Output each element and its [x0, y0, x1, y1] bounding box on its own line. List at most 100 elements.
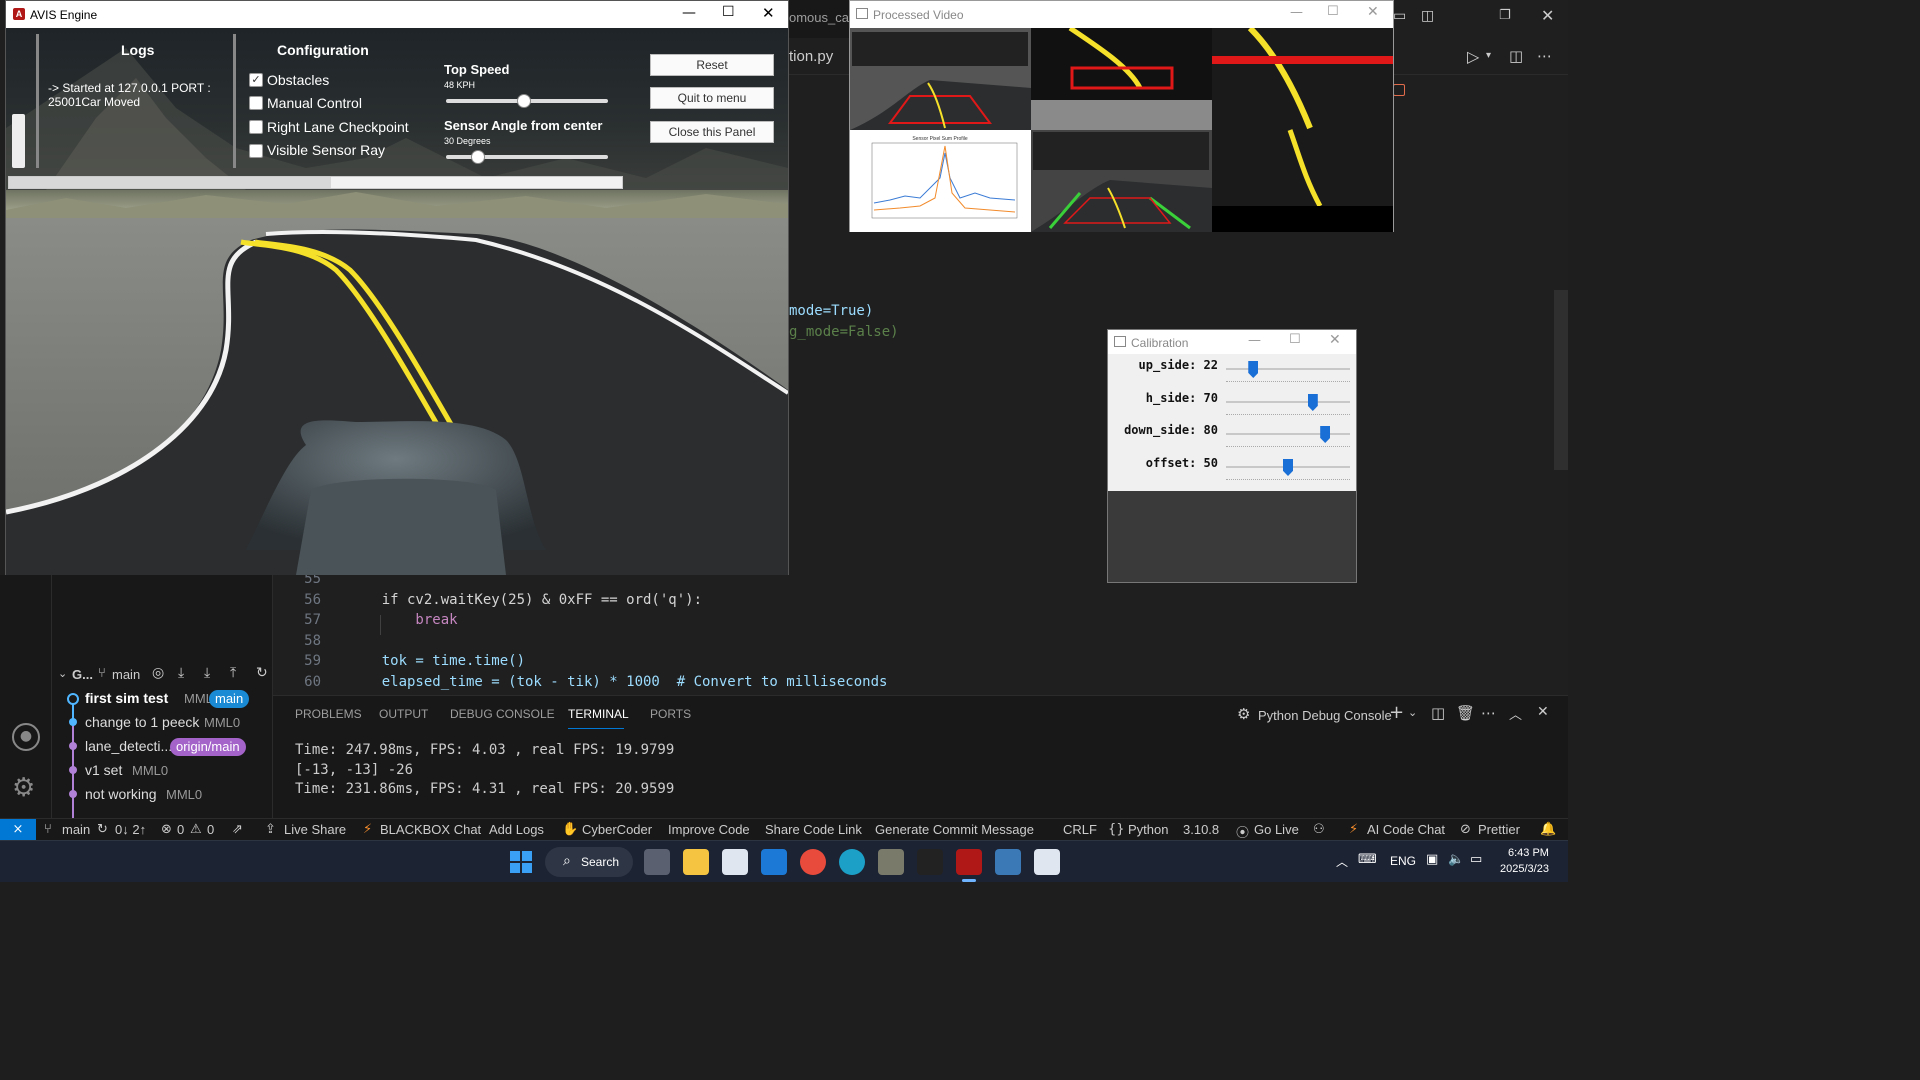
- status-branch[interactable]: main: [62, 822, 90, 837]
- code-editor[interactable]: 55 56 57 58 59 60 if cv2.waitKey(25) & 0…: [273, 571, 1568, 695]
- split-editor-icon[interactable]: ◫: [1509, 47, 1523, 65]
- maximize-panel-icon[interactable]: ︿: [1509, 704, 1522, 723]
- status-improve-code[interactable]: Improve Code: [668, 822, 750, 837]
- maximize-icon[interactable]: ☐: [1289, 332, 1301, 347]
- processed-video-titlebar[interactable]: Processed Video — ☐ ✕: [850, 1, 1393, 28]
- up-side-track[interactable]: [1226, 368, 1350, 370]
- status-cybercoder[interactable]: CyberCoder: [582, 822, 652, 837]
- refresh-icon[interactable]: ↻: [256, 665, 268, 681]
- language-indicator[interactable]: ENG: [1390, 854, 1416, 868]
- chevron-down-icon[interactable]: ⌄: [1408, 706, 1417, 719]
- editor-scrollbar[interactable]: [1554, 290, 1568, 470]
- graph-header[interactable]: ⌄ G... ⑂ main ◎ ⤓ ⤓ ⤒ ↻: [56, 665, 273, 687]
- manual-control-checkbox[interactable]: [249, 96, 263, 110]
- status-python-version[interactable]: 3.10.8: [1183, 822, 1219, 837]
- offset-slider[interactable]: [1283, 459, 1293, 476]
- sensor-angle-track[interactable]: [446, 155, 608, 159]
- status-warnings[interactable]: 0: [207, 822, 214, 837]
- trash-icon[interactable]: 🗑: [1456, 704, 1475, 722]
- status-ai-code-chat[interactable]: AI Code Chat: [1367, 822, 1445, 837]
- panel-scrollbar-thumb[interactable]: [9, 177, 331, 188]
- status-go-live[interactable]: Go Live: [1254, 822, 1299, 837]
- run-dropdown-icon[interactable]: ▾: [1486, 50, 1491, 61]
- run-icon[interactable]: ▷: [1467, 47, 1479, 66]
- more-actions-icon[interactable]: ⋯: [1537, 47, 1552, 65]
- close-icon[interactable]: ✕: [1367, 4, 1379, 20]
- unity-icon[interactable]: [917, 849, 943, 875]
- commit-row[interactable]: v1 set MML0: [52, 759, 273, 783]
- obstacles-checkbox[interactable]: ✓: [249, 73, 263, 87]
- vscode-icon[interactable]: [761, 849, 787, 875]
- more-icon[interactable]: ⋯: [1481, 704, 1496, 722]
- h-side-slider[interactable]: [1307, 394, 1318, 411]
- gear-icon[interactable]: ⚙: [12, 773, 35, 803]
- down-side-track[interactable]: [1226, 433, 1350, 435]
- chrome-icon[interactable]: [800, 849, 826, 875]
- status-prettier[interactable]: Prettier: [1478, 822, 1520, 837]
- editor-tab-filename[interactable]: tion.py: [789, 48, 833, 65]
- debug-run-icon[interactable]: ⇗: [232, 822, 243, 837]
- pull-icon[interactable]: ⤓: [204, 665, 210, 681]
- up-side-slider[interactable]: [1248, 361, 1259, 378]
- minimize-icon[interactable]: —: [1290, 5, 1303, 20]
- close-panel-button[interactable]: Close this Panel: [650, 121, 774, 143]
- status-live-share[interactable]: Live Share: [284, 822, 346, 837]
- remote-indicator[interactable]: ⨯: [0, 819, 36, 840]
- right-lane-checkpoint-checkbox[interactable]: [249, 120, 263, 134]
- tab-output[interactable]: OUTPUT: [379, 707, 428, 721]
- minimize-icon[interactable]: —: [682, 5, 696, 21]
- copilot-icon[interactable]: ⚇: [1313, 822, 1325, 837]
- h-side-track[interactable]: [1226, 401, 1350, 403]
- quit-to-menu-button[interactable]: Quit to menu: [650, 87, 774, 109]
- app-icon[interactable]: [878, 849, 904, 875]
- keyboard-icon[interactable]: ⌨: [1358, 852, 1377, 867]
- tab-problems[interactable]: PROBLEMS: [295, 707, 362, 721]
- status-blackbox-chat[interactable]: BLACKBOX Chat: [380, 822, 481, 837]
- network-icon[interactable]: ▣: [1426, 852, 1438, 867]
- terminal-name[interactable]: Python Debug Console: [1258, 708, 1392, 723]
- tab-terminal[interactable]: TERMINAL: [568, 707, 629, 721]
- down-side-slider[interactable]: [1320, 426, 1331, 443]
- status-share-code-link[interactable]: Share Code Link: [765, 822, 862, 837]
- top-speed-slider[interactable]: [516, 94, 531, 108]
- panel-scrollbar[interactable]: [8, 176, 623, 189]
- push-icon[interactable]: ⤒: [230, 665, 236, 681]
- python-icon[interactable]: [995, 849, 1021, 875]
- split-terminal-icon[interactable]: ◫: [1431, 704, 1445, 722]
- tab-ports[interactable]: PORTS: [650, 707, 691, 721]
- fetch-icon[interactable]: ⤓: [178, 665, 184, 681]
- volume-icon[interactable]: 🔈: [1448, 852, 1464, 867]
- notepad-icon[interactable]: [722, 849, 748, 875]
- commit-row[interactable]: first sim test MML0 main: [52, 687, 273, 711]
- commit-row[interactable]: not working MML0: [52, 783, 273, 807]
- clock-date[interactable]: 2025/3/23: [1500, 863, 1549, 875]
- status-add-logs[interactable]: Add Logs: [489, 822, 544, 837]
- account-icon[interactable]: ●: [12, 723, 40, 751]
- commit-row[interactable]: change to 1 peeck MML0: [52, 711, 273, 735]
- avis-taskbar-icon[interactable]: [956, 849, 982, 875]
- maximize-icon[interactable]: ☐: [1327, 4, 1339, 19]
- status-eol[interactable]: CRLF: [1063, 822, 1097, 837]
- reset-button[interactable]: Reset: [650, 54, 774, 76]
- close-icon[interactable]: ✕: [1329, 332, 1341, 348]
- bell-icon[interactable]: 🔔: [1540, 822, 1556, 837]
- logs-scrollbar[interactable]: [12, 114, 25, 168]
- start-button[interactable]: [510, 851, 532, 873]
- taskbar-search[interactable]: ⌕ Search: [545, 847, 633, 877]
- tray-chevron-icon[interactable]: ︿: [1336, 853, 1348, 870]
- file-explorer-icon[interactable]: [683, 849, 709, 875]
- minimize-icon[interactable]: —: [1248, 333, 1261, 348]
- task-view-icon[interactable]: [644, 849, 670, 875]
- status-sync[interactable]: 0↓ 2↑: [115, 822, 146, 837]
- edge-icon[interactable]: [839, 849, 865, 875]
- status-generate-commit[interactable]: Generate Commit Message: [875, 822, 1034, 837]
- battery-icon[interactable]: ▭: [1470, 852, 1482, 867]
- commit-row[interactable]: lane_detecti... origin/main: [52, 735, 273, 759]
- clock-time[interactable]: 6:43 PM: [1508, 847, 1549, 859]
- maximize-icon[interactable]: ☐: [722, 4, 735, 20]
- layout-sidebar-icon[interactable]: ◫: [1421, 8, 1434, 24]
- visible-sensor-ray-checkbox[interactable]: [249, 144, 263, 158]
- layout-panel-icon[interactable]: ▭: [1393, 8, 1406, 24]
- status-language[interactable]: Python: [1128, 822, 1168, 837]
- avis-titlebar[interactable]: A AVIS Engine — ☐ ✕: [6, 1, 788, 28]
